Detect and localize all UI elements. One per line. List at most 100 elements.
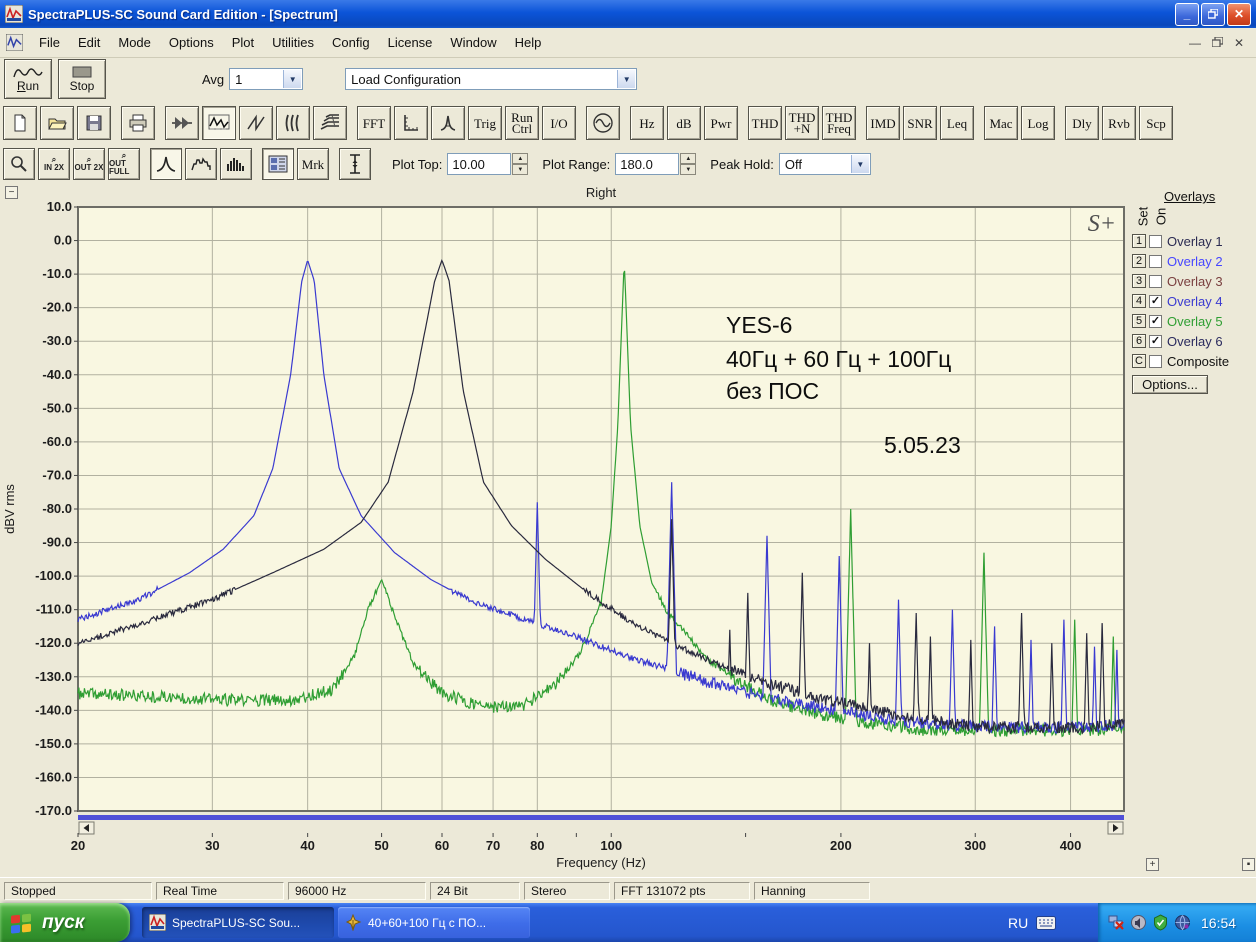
surface-view-button[interactable] bbox=[313, 106, 347, 140]
language-indicator[interactable]: RU bbox=[1008, 903, 1056, 942]
bar-plot-button[interactable] bbox=[220, 148, 252, 180]
new-file-button[interactable] bbox=[3, 106, 37, 140]
mdi-minimize-button[interactable]: — bbox=[1188, 36, 1202, 50]
overlay-5-checkbox[interactable] bbox=[1149, 315, 1162, 328]
delay-button[interactable]: Dly bbox=[1065, 106, 1099, 140]
spectrogram-view-button[interactable] bbox=[276, 106, 310, 140]
run-control-button[interactable]: Run Ctrl bbox=[505, 106, 539, 140]
taskbar-item-document[interactable]: 40+60+100 Гц с ПО... bbox=[338, 907, 530, 938]
avg-select[interactable]: 1 ▼ bbox=[229, 68, 303, 90]
volume-icon[interactable] bbox=[1130, 914, 1147, 931]
db-units-button[interactable]: dB bbox=[667, 106, 701, 140]
snr-button[interactable]: SNR bbox=[903, 106, 937, 140]
power-units-button[interactable]: Pwr bbox=[704, 106, 738, 140]
weighting-filter-button[interactable] bbox=[431, 106, 465, 140]
overlay-2-checkbox[interactable] bbox=[1149, 255, 1162, 268]
plot-top-input[interactable]: 10.00 bbox=[447, 153, 511, 175]
collapse-plot-button[interactable]: − bbox=[5, 186, 18, 199]
macro-button[interactable]: Mac bbox=[984, 106, 1018, 140]
spin-down-icon[interactable]: ▼ bbox=[680, 164, 696, 175]
time-series-view-button[interactable] bbox=[165, 106, 199, 140]
overlay-2-set-button[interactable]: 2 bbox=[1132, 254, 1146, 268]
menu-edit[interactable]: Edit bbox=[69, 31, 109, 54]
menu-config[interactable]: Config bbox=[323, 31, 379, 54]
overlay-1-checkbox[interactable] bbox=[1149, 235, 1162, 248]
phase-view-button[interactable] bbox=[239, 106, 273, 140]
menu-window[interactable]: Window bbox=[441, 31, 505, 54]
stop-button[interactable]: Stop bbox=[58, 59, 106, 99]
minimize-button[interactable]: _ bbox=[1175, 3, 1199, 26]
imd-button[interactable]: IMD bbox=[866, 106, 900, 140]
x-tick-label: 20 bbox=[71, 838, 85, 853]
spectral-data-list-button[interactable] bbox=[262, 148, 294, 180]
overlay-6-set-button[interactable]: 6 bbox=[1132, 334, 1146, 348]
signal-generator-button[interactable] bbox=[586, 106, 620, 140]
overlay-4-checkbox[interactable] bbox=[1149, 295, 1162, 308]
octave-plot-button[interactable] bbox=[185, 148, 217, 180]
taskbar-item-spectraplus[interactable]: SpectraPLUS-SC Sou... bbox=[142, 907, 334, 938]
overlays-title[interactable]: Overlays bbox=[1164, 189, 1215, 204]
zoom-out-2x-button[interactable]: ⌕OUT 2X bbox=[73, 148, 105, 180]
menu-plot[interactable]: Plot bbox=[223, 31, 263, 54]
sine-wave-icon bbox=[13, 65, 43, 79]
spin-down-icon[interactable]: ▼ bbox=[512, 164, 528, 175]
overlay-3-checkbox[interactable] bbox=[1149, 275, 1162, 288]
hz-units-button[interactable]: Hz bbox=[630, 106, 664, 140]
logging-button[interactable]: Log bbox=[1021, 106, 1055, 140]
zoom-button[interactable] bbox=[3, 148, 35, 180]
peak-hold-select[interactable]: Off ▼ bbox=[779, 153, 871, 175]
mdi-close-button[interactable]: ✕ bbox=[1232, 36, 1246, 50]
fft-settings-button[interactable]: FFT bbox=[357, 106, 391, 140]
plot-range-spinner[interactable]: ▲▼ bbox=[680, 153, 696, 175]
load-configuration-select[interactable]: Load Configuration ▼ bbox=[345, 68, 637, 90]
composite-checkbox[interactable] bbox=[1149, 355, 1162, 368]
open-file-button[interactable] bbox=[40, 106, 74, 140]
zoom-out-full-button[interactable]: ⌕OUT FULL bbox=[108, 148, 140, 180]
network-offline-icon[interactable] bbox=[1108, 914, 1125, 931]
menu-mode[interactable]: Mode bbox=[109, 31, 160, 54]
narrowband-plot-button[interactable] bbox=[150, 148, 182, 180]
overlay-options-button[interactable]: Options... bbox=[1132, 375, 1208, 394]
io-device-button[interactable]: I/O bbox=[542, 106, 576, 140]
menu-options[interactable]: Options bbox=[160, 31, 223, 54]
x-scrollbar[interactable] bbox=[78, 815, 1124, 820]
save-button[interactable] bbox=[77, 106, 111, 140]
print-button[interactable] bbox=[121, 106, 155, 140]
overlay-4-label: Overlay 4 bbox=[1167, 294, 1223, 309]
mdi-restore-button[interactable] bbox=[1210, 36, 1224, 50]
menu-utilities[interactable]: Utilities bbox=[263, 31, 323, 54]
thd-button[interactable]: THD bbox=[748, 106, 782, 140]
composite-set-button[interactable]: C bbox=[1132, 354, 1146, 368]
overlay-5-set-button[interactable]: 5 bbox=[1132, 314, 1146, 328]
zoom-in-2x-button[interactable]: ⌕IN 2X bbox=[38, 148, 70, 180]
thd-freq-button[interactable]: THD Freq bbox=[822, 106, 856, 140]
overlay-1-set-button[interactable]: 1 bbox=[1132, 234, 1146, 248]
scope-button[interactable]: Scp bbox=[1139, 106, 1173, 140]
spectrum-view-button[interactable] bbox=[202, 106, 236, 140]
cursor-readout-button[interactable] bbox=[339, 148, 371, 180]
spin-up-icon[interactable]: ▲ bbox=[680, 153, 696, 164]
globe-icon[interactable] bbox=[1174, 914, 1191, 931]
plot-range-input[interactable]: 180.0 bbox=[615, 153, 679, 175]
reverb-button[interactable]: Rvb bbox=[1102, 106, 1136, 140]
composite-label: Composite bbox=[1167, 354, 1229, 369]
overlay-6-checkbox[interactable] bbox=[1149, 335, 1162, 348]
clock[interactable]: 16:54 bbox=[1201, 915, 1236, 931]
run-button[interactable]: Run bbox=[4, 59, 52, 99]
markers-button[interactable]: Mrk bbox=[297, 148, 329, 180]
thd-n-button[interactable]: THD +N bbox=[785, 106, 819, 140]
overlay-4-set-button[interactable]: 4 bbox=[1132, 294, 1146, 308]
antivirus-icon[interactable] bbox=[1152, 914, 1169, 931]
overlay-3-set-button[interactable]: 3 bbox=[1132, 274, 1146, 288]
close-button[interactable]: ✕ bbox=[1227, 3, 1251, 26]
trigger-button[interactable]: Trig bbox=[468, 106, 502, 140]
spin-up-icon[interactable]: ▲ bbox=[512, 153, 528, 164]
menu-file[interactable]: File bbox=[30, 31, 69, 54]
leq-button[interactable]: Leq bbox=[940, 106, 974, 140]
restore-button[interactable] bbox=[1201, 3, 1225, 26]
menu-help[interactable]: Help bbox=[506, 31, 551, 54]
menu-license[interactable]: License bbox=[379, 31, 442, 54]
plot-top-spinner[interactable]: ▲▼ bbox=[512, 153, 528, 175]
start-button[interactable]: пуск bbox=[0, 903, 130, 942]
scaling-button[interactable] bbox=[394, 106, 428, 140]
